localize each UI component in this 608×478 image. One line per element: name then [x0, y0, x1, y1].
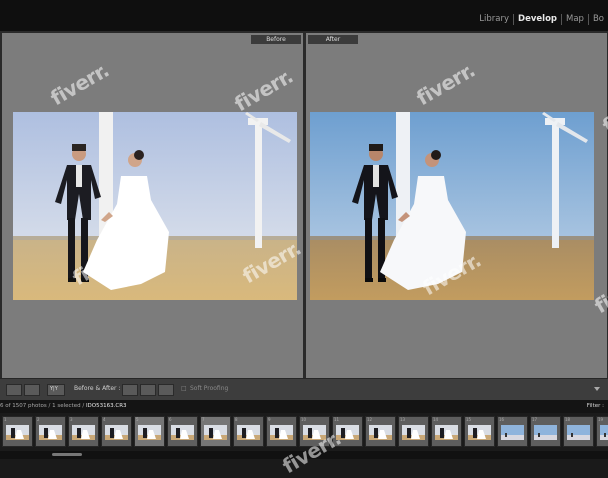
thumbnail-index: 19 — [598, 417, 604, 422]
filmstrip-thumbnail[interactable]: 13 — [398, 416, 429, 447]
thumbnail-index: 3 — [70, 417, 73, 422]
filmstrip-thumbnail[interactable]: 1 — [2, 416, 33, 447]
filmstrip-thumbnail[interactable]: 16 — [497, 416, 528, 447]
thumbnail-image — [600, 425, 608, 440]
copy-before-to-after-button[interactable] — [122, 384, 138, 396]
thumbnail-index: 15 — [466, 417, 472, 422]
filmstrip: 1 2 3 4 5 6 7 8 9 10 11 12 13 14 15 16 17 18 19 — [0, 413, 608, 451]
filmstrip-thumbnail[interactable]: 12 — [365, 416, 396, 447]
thumbnail-index: 1 — [4, 417, 7, 422]
module-develop[interactable]: Develop — [514, 14, 562, 25]
thumbnail-image — [303, 425, 326, 440]
filmstrip-thumbnail[interactable]: 18 — [563, 416, 594, 447]
after-photo-image — [310, 112, 594, 300]
filmstrip-thumbnail[interactable]: 15 — [464, 416, 495, 447]
filmstrip-thumbnail[interactable]: 10 — [299, 416, 330, 447]
thumbnail-index: 6 — [169, 417, 172, 422]
filmstrip-scroll-thumb[interactable] — [52, 453, 82, 456]
filter-label[interactable]: Filter : — [587, 403, 604, 409]
filmstrip-thumbnail[interactable]: 9 — [266, 416, 297, 447]
filmstrip-thumbnail[interactable]: 7 — [200, 416, 231, 447]
copy-after-to-before-button[interactable] — [140, 384, 156, 396]
before-pane: Before — [2, 33, 303, 378]
thumbnail-image — [402, 425, 425, 440]
thumbnail-index: 8 — [235, 417, 238, 422]
thumbnail-image — [171, 425, 194, 440]
thumbnail-index: 14 — [433, 417, 439, 422]
filmstrip-thumbnail[interactable]: 3 — [68, 416, 99, 447]
before-after-mode-button[interactable]: Y|Y — [47, 384, 65, 396]
filmstrip-scrollbar[interactable] — [0, 451, 608, 459]
thumbnail-image — [369, 425, 392, 440]
module-book[interactable]: Bo — [589, 14, 608, 25]
thumbnail-index: 17 — [532, 417, 538, 422]
filmstrip-thumbnail[interactable]: 14 — [431, 416, 462, 447]
module-list: Library Develop Map Bo — [475, 14, 608, 25]
module-library[interactable]: Library — [475, 14, 515, 25]
loupe-view-button[interactable] — [6, 384, 22, 396]
photo-count-status: 6 of 1507 photos / 1 selected / IDO53163… — [0, 403, 127, 409]
filmstrip-thumbnail[interactable]: 6 — [167, 416, 198, 447]
selected-filename[interactable]: IDO53163.CR3 — [86, 403, 127, 409]
thumbnail-image — [237, 425, 260, 440]
filmstrip-status-bar: 6 of 1507 photos / 1 selected / IDO53163… — [0, 400, 608, 413]
thumbnail-image — [105, 425, 128, 440]
thumbnail-image — [435, 425, 458, 440]
module-map[interactable]: Map — [562, 14, 589, 25]
thumbnail-image — [6, 425, 29, 440]
toolbar-menu-chevron-icon[interactable] — [594, 387, 600, 391]
filmstrip-thumbnail[interactable]: 19 — [596, 416, 608, 447]
filmstrip-thumbnail[interactable]: 2 — [35, 416, 66, 447]
develop-toolbar: Y|Y Before & After : □ Soft Proofing — [0, 378, 608, 400]
thumbnail-image — [336, 425, 359, 440]
thumbnail-index: 18 — [565, 417, 571, 422]
soft-proofing-label: Soft Proofing — [190, 385, 229, 392]
filmstrip-thumbnail[interactable]: 4 — [101, 416, 132, 447]
filmstrip-thumbnail[interactable]: 11 — [332, 416, 363, 447]
after-label: After — [308, 35, 358, 44]
photo-count-text: 6 of 1507 photos / 1 selected / — [0, 403, 85, 409]
grid-view-button[interactable] — [24, 384, 40, 396]
thumbnail-image — [501, 425, 524, 440]
soft-proofing-checkbox-icon[interactable]: □ — [181, 385, 187, 392]
filmstrip-thumbnail[interactable]: 5 — [134, 416, 165, 447]
thumbnail-image — [72, 425, 95, 440]
thumbnail-index: 4 — [103, 417, 106, 422]
thumbnail-index: 16 — [499, 417, 505, 422]
module-picker-bar: Library Develop Map Bo — [0, 0, 608, 31]
thumbnail-index: 13 — [400, 417, 406, 422]
before-photo[interactable] — [13, 112, 297, 300]
thumbnail-image — [534, 425, 557, 440]
before-after-workspace: Before After — [0, 31, 608, 378]
view-mode-label: Y|Y — [50, 386, 58, 392]
swap-before-after-button[interactable] — [158, 384, 174, 396]
thumbnail-image — [468, 425, 491, 440]
thumbnail-index: 7 — [202, 417, 205, 422]
filmstrip-thumbnail[interactable]: 8 — [233, 416, 264, 447]
thumbnail-image — [39, 425, 62, 440]
before-photo-image — [13, 112, 297, 300]
thumbnail-index: 5 — [136, 417, 139, 422]
after-photo[interactable] — [310, 112, 594, 300]
thumbnail-image — [567, 425, 590, 440]
filmstrip-thumbnail[interactable]: 17 — [530, 416, 561, 447]
before-after-label: Before & After : — [74, 385, 121, 392]
thumbnail-image — [204, 425, 227, 440]
thumbnail-index: 9 — [268, 417, 271, 422]
after-pane: After — [306, 33, 607, 378]
before-label: Before — [251, 35, 301, 44]
thumbnail-image — [138, 425, 161, 440]
thumbnail-image — [270, 425, 293, 440]
thumbnail-index: 10 — [301, 417, 307, 422]
thumbnail-index: 11 — [334, 417, 340, 422]
thumbnail-index: 12 — [367, 417, 373, 422]
thumbnail-index: 2 — [37, 417, 40, 422]
